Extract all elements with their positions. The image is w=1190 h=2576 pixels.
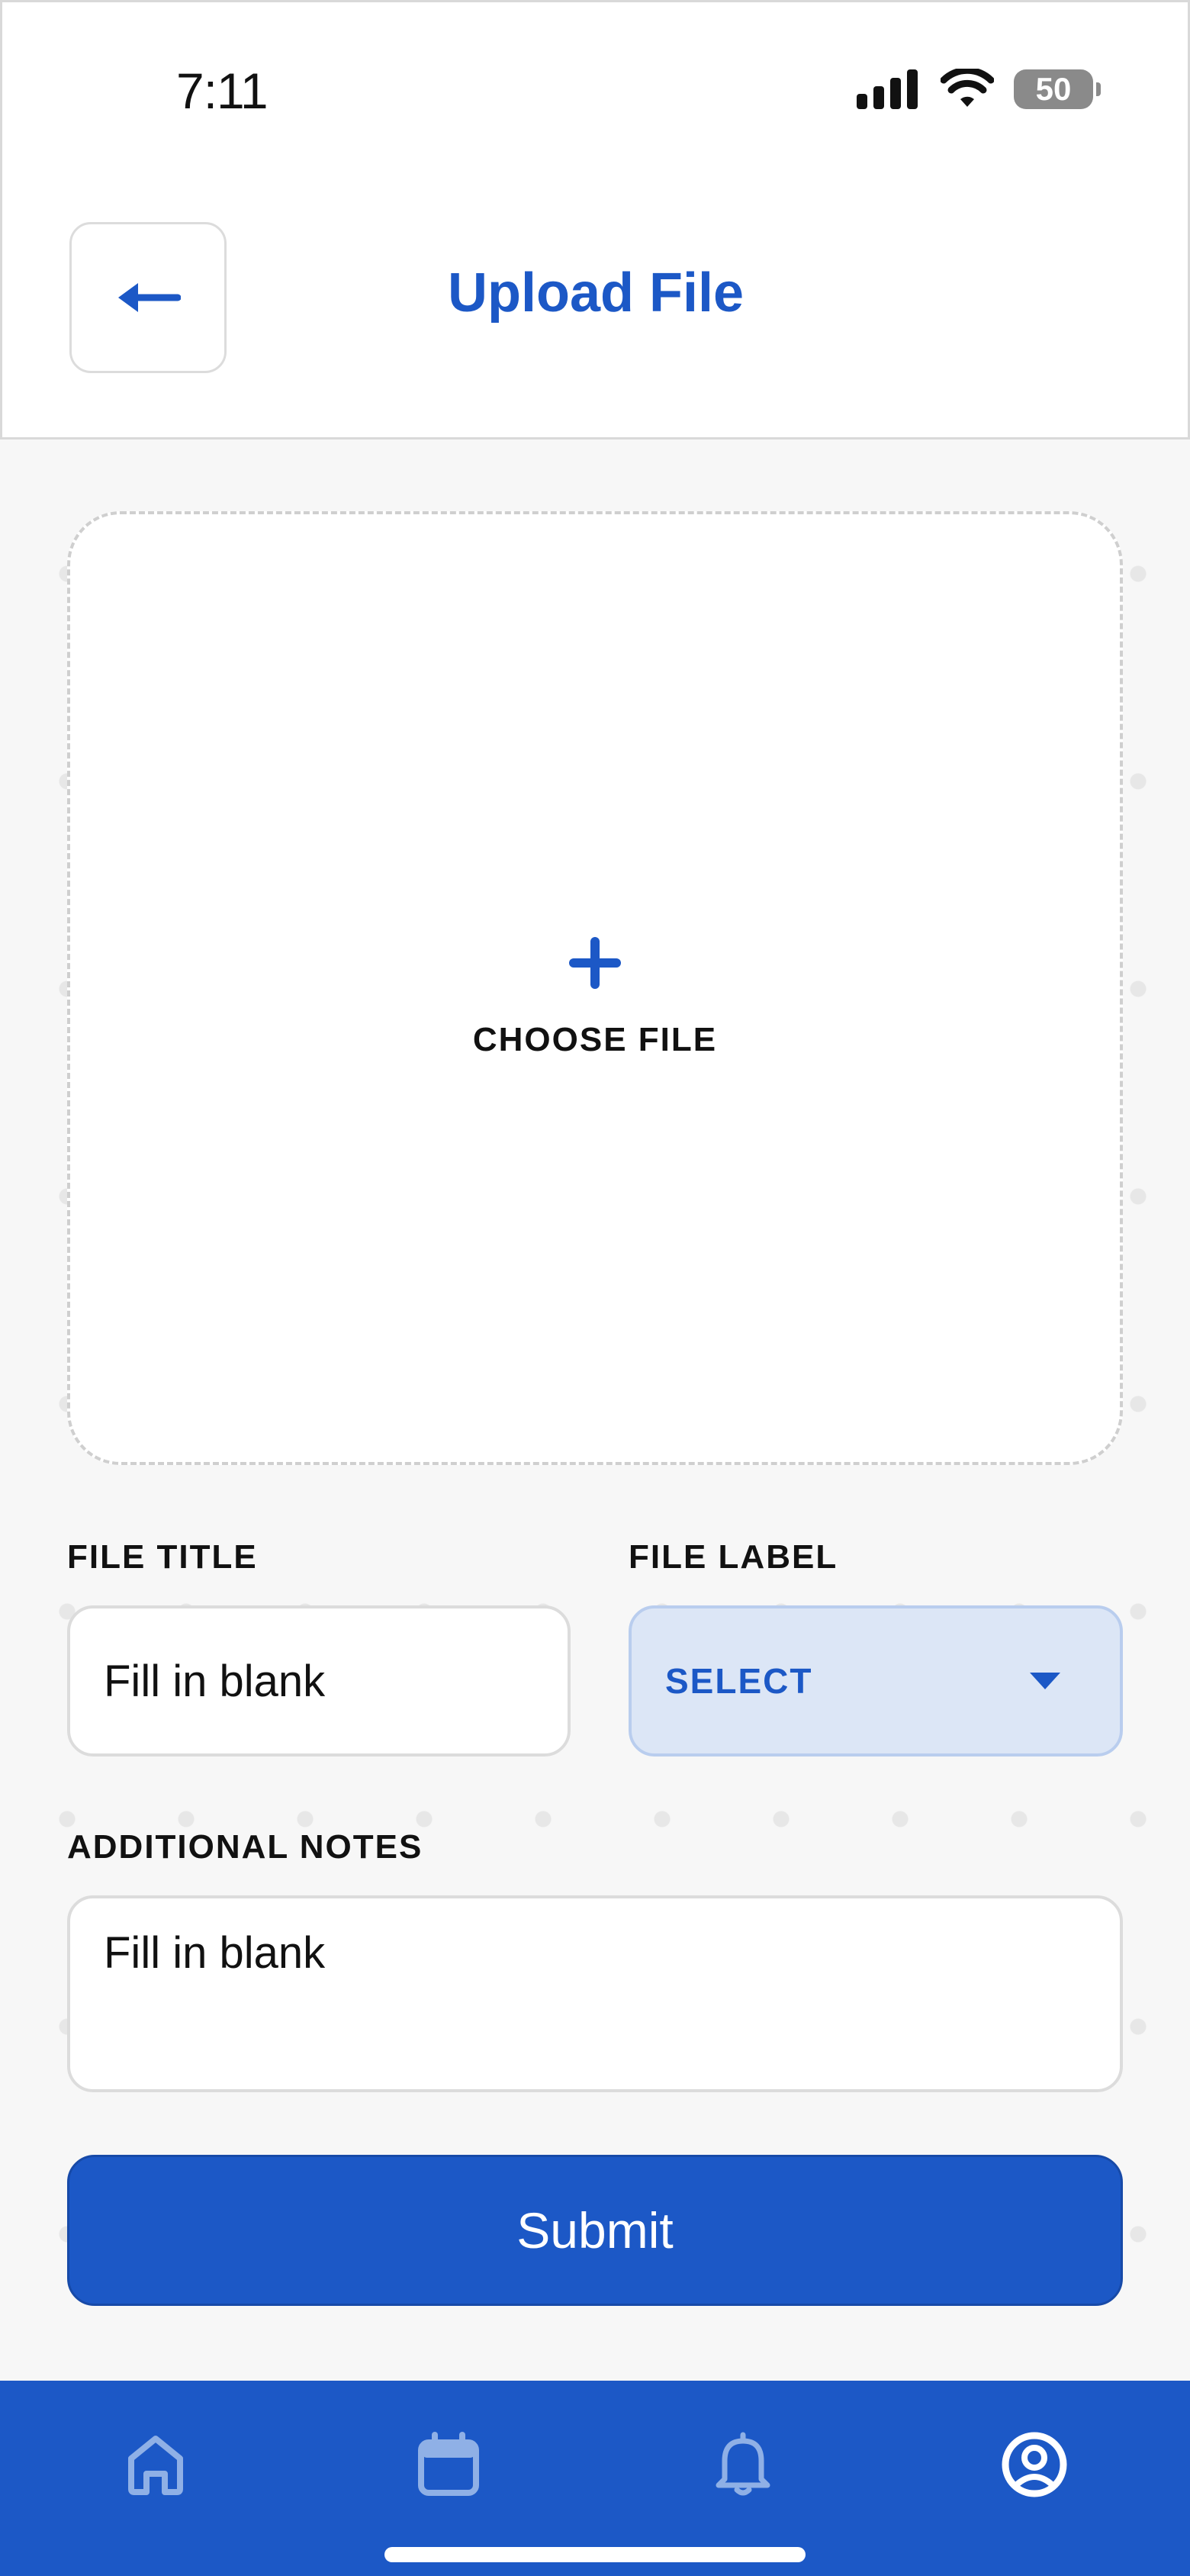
calendar-icon: [418, 2432, 479, 2496]
file-label-selected-value: SELECT: [665, 1661, 813, 1701]
file-title-input[interactable]: [67, 1605, 571, 1757]
home-icon: [128, 2436, 183, 2495]
signal-icon: [857, 69, 918, 109]
plus-icon: [564, 932, 626, 993]
status-time: 7:11: [176, 63, 269, 119]
caret-down-icon: [1030, 1673, 1060, 1689]
nav-home[interactable]: [119, 2428, 192, 2501]
status-icons: 50: [857, 66, 1101, 112]
home-indicator: [384, 2547, 806, 2562]
battery-level: 50: [1035, 71, 1072, 107]
profile-icon: [1002, 2432, 1067, 2497]
file-label-label: FILE LABEL: [629, 1538, 838, 1576]
upload-file-screen: 7:11 50 Upload File CHOOSE FILE FILE TIT…: [0, 0, 1190, 2576]
choose-file-dropzone[interactable]: CHOOSE FILE: [67, 511, 1123, 1465]
page-title: Upload File: [2, 262, 1190, 324]
nav-calendar[interactable]: [412, 2428, 485, 2501]
page-title-text: Upload File: [447, 262, 745, 324]
additional-notes-label: ADDITIONAL NOTES: [67, 1828, 423, 1866]
bell-icon: [716, 2432, 770, 2496]
file-title-label: FILE TITLE: [67, 1538, 258, 1576]
additional-notes-input[interactable]: [67, 1895, 1123, 2092]
header: 7:11 50 Upload File: [0, 0, 1190, 440]
file-label-select[interactable]: SELECT: [629, 1605, 1123, 1757]
submit-button[interactable]: Submit: [67, 2155, 1123, 2306]
battery-indicator: 50: [1014, 69, 1101, 109]
wifi-icon: [941, 69, 994, 107]
nav-notifications[interactable]: [706, 2428, 780, 2501]
nav-profile[interactable]: [998, 2428, 1071, 2501]
choose-file-label: CHOOSE FILE: [472, 1021, 718, 1058]
